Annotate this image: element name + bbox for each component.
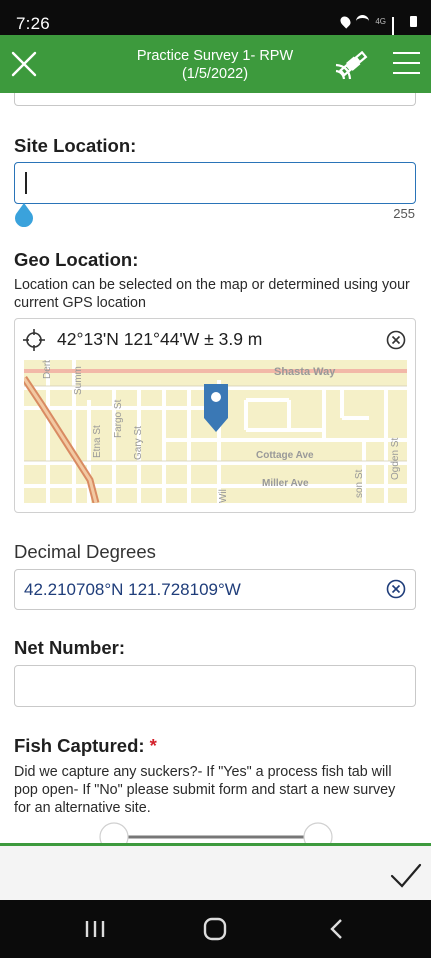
survey-title: Practice Survey 1- RPW (1/5/2022) bbox=[120, 47, 310, 83]
battery-icon bbox=[410, 16, 417, 27]
clear-decimal-icon[interactable] bbox=[386, 579, 406, 599]
geo-location-box: 42°13'N 121°44'W ± 3.9 m Shasta Way Cott… bbox=[14, 318, 416, 513]
map-label: Cottage Ave bbox=[256, 450, 314, 461]
required-asterisk: * bbox=[149, 735, 157, 756]
geo-location-help: Location can be selected on the map or d… bbox=[14, 277, 410, 311]
map-label: Wil bbox=[218, 489, 229, 503]
fish-captured-slider[interactable] bbox=[98, 822, 334, 843]
close-button[interactable] bbox=[10, 50, 38, 78]
network-type: 4G bbox=[375, 17, 386, 26]
character-counter: 255 bbox=[393, 206, 415, 221]
home-icon[interactable] bbox=[200, 914, 230, 944]
system-nav-bar bbox=[0, 900, 431, 958]
slider-handle-right[interactable] bbox=[303, 822, 333, 843]
geo-coordinates: 42°13'N 121°44'W ± 3.9 m bbox=[57, 329, 263, 349]
survey-title-line2: (1/5/2022) bbox=[181, 66, 249, 82]
map-label: Fargo St bbox=[113, 399, 124, 438]
fish-captured-label: Fish Captured: * bbox=[14, 735, 157, 757]
menu-button[interactable] bbox=[393, 52, 420, 76]
net-number-input[interactable] bbox=[14, 665, 416, 707]
text-caret bbox=[25, 172, 27, 194]
satellite-icon bbox=[335, 50, 368, 80]
wifi-icon bbox=[356, 15, 370, 28]
site-location-label: Site Location: bbox=[14, 135, 137, 156]
clear-location-icon[interactable] bbox=[386, 330, 406, 350]
location-map[interactable]: Shasta Way Cottage Ave Miller Ave Derby … bbox=[24, 360, 407, 503]
close-icon bbox=[11, 51, 37, 77]
map-label: Ogden St bbox=[390, 438, 401, 480]
previous-field-input[interactable] bbox=[14, 93, 416, 106]
status-time: 7:26 bbox=[16, 14, 50, 33]
site-location-input[interactable] bbox=[14, 162, 416, 204]
map-canvas[interactable]: Shasta Way Cottage Ave Miller Ave Derby … bbox=[24, 360, 407, 503]
survey-title-line1: Practice Survey 1- RPW bbox=[136, 48, 294, 64]
fish-captured-help: Did we capture any suckers?- If "Yes" a … bbox=[14, 764, 396, 816]
signal-icon bbox=[392, 16, 404, 42]
form-content[interactable]: Site Location: 255 Geo Location: Locatio… bbox=[0, 93, 431, 843]
map-label: son St bbox=[354, 469, 365, 498]
geo-location-label: Geo Location: bbox=[14, 249, 139, 270]
slider-handle-left[interactable] bbox=[99, 822, 129, 843]
decimal-degrees-label: Decimal Degrees bbox=[14, 541, 156, 562]
map-label: Summ bbox=[73, 366, 84, 395]
crosshair-icon[interactable] bbox=[23, 329, 45, 351]
decimal-degrees-input[interactable]: 42.210708°N 121.728109°W bbox=[14, 569, 416, 610]
map-label: Etna St bbox=[92, 425, 103, 458]
map-label: Shasta Way bbox=[274, 366, 336, 378]
cursor-handle-icon[interactable] bbox=[13, 203, 35, 227]
geo-coordinate-row: 42°13'N 121°44'W ± 3.9 m bbox=[23, 327, 407, 353]
map-label: Derby bbox=[42, 360, 53, 379]
location-status-icon bbox=[338, 14, 353, 29]
submit-check-icon[interactable] bbox=[388, 860, 424, 890]
recent-apps-icon[interactable] bbox=[80, 914, 110, 944]
back-icon[interactable] bbox=[322, 914, 352, 944]
net-number-label: Net Number: bbox=[14, 637, 126, 658]
status-icons: 4G bbox=[338, 14, 417, 42]
map-label: Miller Ave bbox=[262, 478, 309, 489]
decimal-degrees-value: 42.210708°N 121.728109°W bbox=[24, 580, 241, 599]
status-bar: 7:26 4G bbox=[0, 0, 431, 42]
gps-satellite-button[interactable] bbox=[334, 50, 368, 81]
map-label: Gary St bbox=[133, 426, 144, 460]
fish-captured-text: Fish Captured: bbox=[14, 735, 145, 756]
bottom-action-bar bbox=[0, 846, 431, 900]
app-bar: Practice Survey 1- RPW (1/5/2022) bbox=[0, 35, 431, 93]
